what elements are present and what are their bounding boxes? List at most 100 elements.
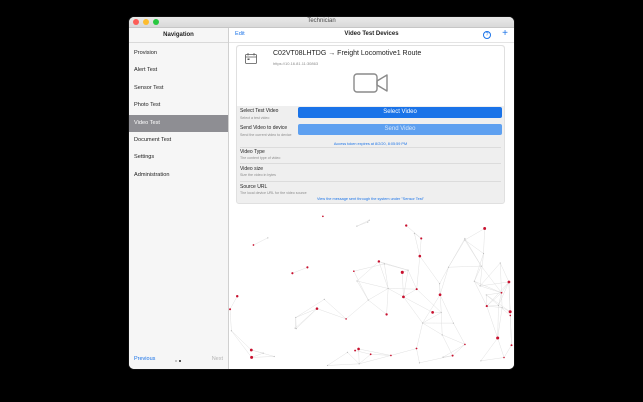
network-node bbox=[322, 215, 324, 218]
network-edge bbox=[416, 256, 421, 290]
sidebar-item-photo-test[interactable]: Photo Test bbox=[129, 97, 228, 114]
device-url: https://10.16.81.11:30863 bbox=[273, 61, 319, 66]
network-node bbox=[503, 356, 505, 359]
network-node bbox=[230, 330, 232, 332]
previous-button[interactable]: Previous bbox=[134, 356, 155, 362]
network-node bbox=[413, 232, 416, 234]
network-edge bbox=[500, 262, 510, 283]
network-edge bbox=[448, 239, 465, 268]
select-test-video-label: Select Test Video bbox=[240, 108, 279, 114]
network-edge bbox=[292, 267, 308, 274]
sidebar: Navigation Provision Alert Test Sensor T… bbox=[129, 28, 229, 369]
network-node bbox=[485, 294, 487, 296]
network-edge bbox=[231, 330, 252, 358]
title-bar: Technician bbox=[129, 17, 514, 28]
network-edge bbox=[448, 265, 482, 268]
network-edge bbox=[497, 337, 505, 358]
divider bbox=[240, 147, 501, 148]
network-edge bbox=[406, 225, 422, 239]
network-node bbox=[291, 272, 294, 275]
network-node bbox=[229, 308, 232, 311]
sidebar-item-sensor-test[interactable]: Sensor Test bbox=[129, 80, 228, 97]
network-node bbox=[400, 270, 404, 274]
network-edge bbox=[390, 348, 417, 356]
select-video-button[interactable]: Select Video bbox=[298, 107, 502, 118]
network-edge bbox=[327, 363, 360, 366]
page-indicator[interactable] bbox=[175, 358, 183, 364]
network-node bbox=[415, 347, 418, 350]
source-url-sub: The local device URL for the video sourc… bbox=[240, 191, 307, 195]
network-edge bbox=[324, 299, 347, 320]
network-edge bbox=[416, 322, 423, 349]
network-edge bbox=[480, 281, 509, 287]
network-node bbox=[262, 352, 264, 354]
network-edge bbox=[388, 288, 417, 290]
network-node bbox=[356, 225, 358, 227]
network-edge bbox=[474, 266, 482, 282]
page-dot-active[interactable] bbox=[179, 360, 181, 362]
network-edge bbox=[480, 285, 502, 293]
next-button[interactable]: Next bbox=[212, 356, 223, 362]
plus-icon[interactable]: + bbox=[502, 28, 508, 40]
network-node bbox=[420, 237, 423, 240]
device-card-header: C02VT08LHTDG → Freight Locomotive1 Route… bbox=[237, 46, 504, 106]
network-edge bbox=[403, 288, 417, 298]
network-node bbox=[441, 334, 443, 336]
sidebar-item-settings[interactable]: Settings bbox=[129, 149, 228, 166]
sidebar-item-administration[interactable]: Administration bbox=[129, 167, 228, 184]
network-node bbox=[473, 280, 475, 282]
network-edge bbox=[345, 299, 369, 320]
send-video-button[interactable]: Send Video bbox=[298, 124, 502, 135]
video-size-label: Video size bbox=[240, 166, 263, 172]
divider bbox=[240, 163, 501, 164]
network-edge bbox=[419, 255, 440, 284]
help-icon[interactable]: ? bbox=[483, 30, 491, 39]
network-edge bbox=[464, 239, 484, 254]
network-edge bbox=[486, 305, 499, 307]
network-node bbox=[440, 311, 442, 314]
network-node bbox=[353, 270, 355, 273]
network-node bbox=[295, 328, 297, 330]
network-edge bbox=[442, 344, 466, 358]
network-edge bbox=[416, 348, 420, 363]
network-edge bbox=[356, 280, 389, 289]
sidebar-item-alert-test[interactable]: Alert Test bbox=[129, 62, 228, 79]
network-edge bbox=[480, 357, 505, 362]
network-node bbox=[451, 354, 454, 357]
network-node bbox=[273, 355, 275, 358]
network-node bbox=[464, 239, 466, 241]
network-edge bbox=[356, 261, 379, 282]
network-edge bbox=[474, 281, 487, 307]
video-type-label: Video Type bbox=[240, 149, 265, 155]
network-edge bbox=[419, 238, 422, 257]
sidebar-item-document-test[interactable]: Document Test bbox=[129, 132, 228, 149]
network-edge bbox=[403, 296, 433, 313]
sidebar-list: Provision Alert Test Sensor Test Photo T… bbox=[129, 45, 228, 184]
network-edge bbox=[498, 281, 510, 306]
network-node bbox=[497, 304, 500, 307]
video-camera-icon bbox=[353, 73, 388, 93]
network-node bbox=[346, 351, 349, 353]
network-node bbox=[369, 353, 372, 356]
sensor-test-link[interactable]: View the message sent through the system… bbox=[237, 197, 504, 201]
network-edge bbox=[295, 308, 318, 318]
sidebar-item-provision[interactable]: Provision bbox=[129, 45, 228, 62]
network-edge bbox=[419, 355, 453, 364]
network-node bbox=[385, 313, 388, 316]
network-node bbox=[405, 224, 408, 227]
network-node bbox=[402, 295, 405, 299]
network-edge bbox=[474, 281, 481, 287]
page-dot[interactable] bbox=[175, 360, 177, 362]
network-edge bbox=[229, 309, 232, 331]
network-edge bbox=[510, 315, 512, 346]
sidebar-item-video-test[interactable]: Video Test bbox=[129, 114, 228, 132]
network-node bbox=[387, 287, 389, 290]
network-node bbox=[294, 327, 296, 329]
network-edge bbox=[498, 292, 502, 306]
network-edge bbox=[403, 296, 423, 324]
network-node bbox=[501, 307, 503, 309]
access-token-note: Access token expires at 8/2/20, 8:05:59 … bbox=[333, 142, 408, 146]
network-edge bbox=[386, 288, 389, 315]
network-edge bbox=[353, 271, 369, 301]
network-node bbox=[415, 288, 418, 291]
